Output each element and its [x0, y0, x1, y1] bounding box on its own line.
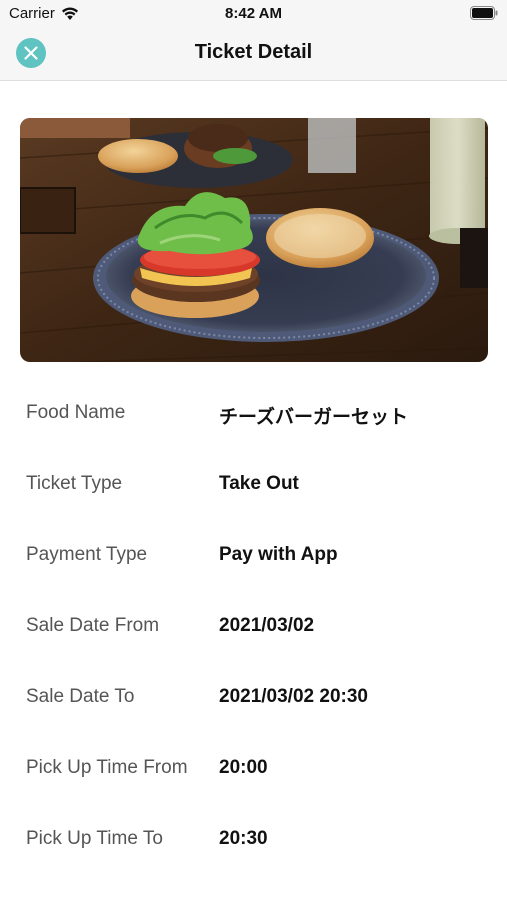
detail-row-payment-type: Payment Type Pay with App	[0, 520, 507, 591]
detail-value: 20:00	[219, 757, 268, 778]
detail-row-pick-up-time-to: Pick Up Time To 20:30	[0, 804, 507, 875]
detail-label: Payment Type	[26, 544, 148, 565]
detail-value: 2021/03/02	[219, 615, 315, 636]
detail-row-food-name: Food Name チーズバーガーセット	[0, 378, 507, 449]
battery-icon	[470, 6, 498, 20]
detail-row-sale-date-from: Sale Date From 2021/03/02	[0, 591, 507, 662]
status-time: 8:42 AM	[225, 5, 282, 22]
detail-row-ticket-type: Ticket Type Take Out	[0, 449, 507, 520]
detail-label: Sale Date From	[26, 615, 160, 636]
detail-label: Ticket Type	[26, 473, 123, 494]
detail-value: Pay with App	[219, 544, 338, 565]
burger-photo-image	[20, 118, 488, 362]
detail-label: Pick Up Time From	[26, 757, 188, 778]
detail-row-pick-up-time-from: Pick Up Time From 20:00	[0, 733, 507, 804]
detail-value: チーズバーガーセット	[219, 407, 409, 428]
detail-row-sale-date-to: Sale Date To 2021/03/02 20:30	[0, 662, 507, 733]
food-photo	[20, 118, 488, 362]
status-bar: Carrier 8:42 AM	[0, 0, 507, 28]
detail-label: Food Name	[26, 402, 126, 423]
detail-value: 20:30	[219, 828, 268, 849]
navigation-bar: Ticket Detail	[0, 28, 507, 81]
detail-label: Sale Date To	[26, 686, 135, 707]
page-title: Ticket Detail	[194, 41, 313, 63]
ticket-details-list: Food Name チーズバーガーセット Ticket Type Take Ou…	[0, 378, 507, 875]
detail-value: Take Out	[219, 473, 299, 494]
detail-value: 2021/03/02 20:30	[219, 686, 368, 707]
ticket-detail-screen: Carrier 8:42 AM Ticket Detail Food Name …	[0, 0, 507, 900]
detail-label: Pick Up Time To	[26, 828, 163, 849]
